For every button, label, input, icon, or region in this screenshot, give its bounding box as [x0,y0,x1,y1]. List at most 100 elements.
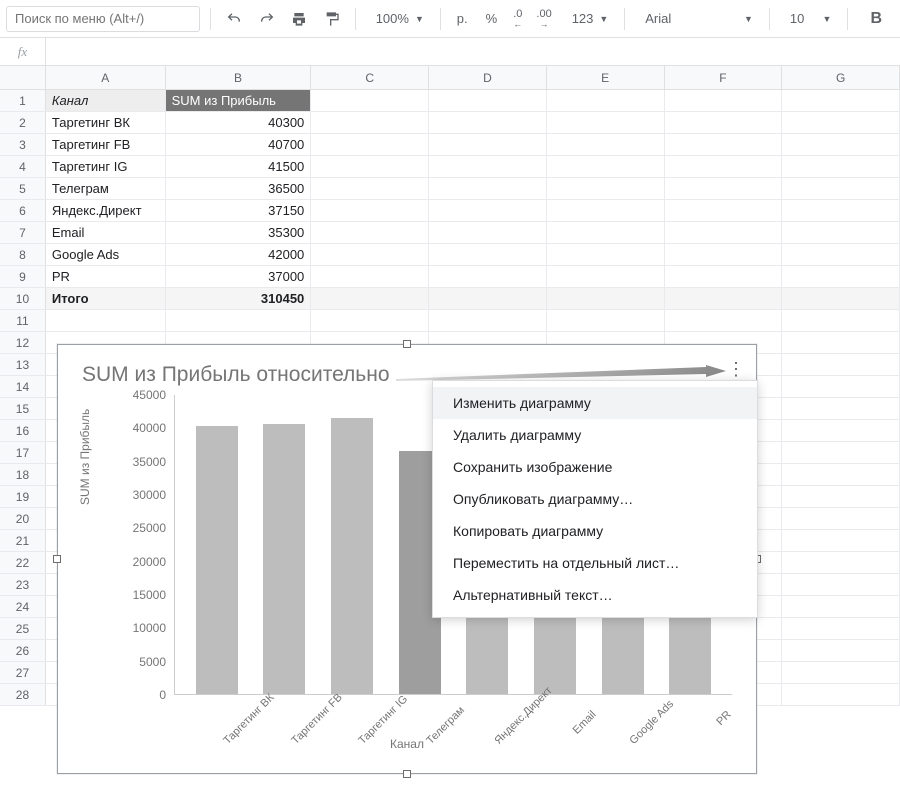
cell[interactable] [782,420,900,441]
cell[interactable] [311,200,429,221]
col-header-e[interactable]: E [547,66,665,89]
cell[interactable] [782,486,900,507]
cell[interactable] [547,200,665,221]
cell[interactable]: Email [46,222,166,243]
cell[interactable] [782,90,900,111]
cell[interactable] [665,222,783,243]
font-family-dropdown[interactable]: Arial ▼ [635,5,759,33]
cell[interactable] [782,618,900,639]
row-header[interactable]: 8 [0,244,46,265]
resize-handle-bottom[interactable] [403,770,411,778]
cell[interactable] [665,90,783,111]
cell[interactable] [782,112,900,133]
cell[interactable]: Телеграм [46,178,166,199]
select-all-corner[interactable] [0,66,46,89]
row-header[interactable]: 13 [0,354,46,375]
row-header[interactable]: 22 [0,552,46,573]
row-header[interactable]: 1 [0,90,46,111]
row-header[interactable]: 7 [0,222,46,243]
cell[interactable] [547,112,665,133]
increase-decimal-button[interactable]: .00 → [532,5,555,33]
context-menu-item[interactable]: Переместить на отдельный лист… [433,547,757,579]
cell[interactable] [429,310,547,331]
cell[interactable]: 37150 [166,200,312,221]
cell[interactable] [547,156,665,177]
bar[interactable] [263,424,305,694]
cell[interactable] [429,134,547,155]
cell[interactable] [782,640,900,661]
cell[interactable] [311,134,429,155]
cell[interactable] [665,178,783,199]
cell[interactable] [547,288,665,309]
cell[interactable] [782,508,900,529]
cell[interactable]: 310450 [166,288,312,309]
cell[interactable] [782,354,900,375]
cell[interactable] [782,442,900,463]
cell[interactable] [782,552,900,573]
cell[interactable] [547,178,665,199]
cell[interactable] [429,178,547,199]
context-menu-item[interactable]: Сохранить изображение [433,451,757,483]
row-header[interactable]: 17 [0,442,46,463]
row-header[interactable]: 3 [0,134,46,155]
row-header[interactable]: 27 [0,662,46,683]
col-header-b[interactable]: B [166,66,312,89]
row-header[interactable]: 15 [0,398,46,419]
cell[interactable] [665,266,783,287]
cell[interactable] [782,134,900,155]
row-header[interactable]: 19 [0,486,46,507]
context-menu-item[interactable]: Удалить диаграмму [433,419,757,451]
resize-handle-top[interactable] [403,340,411,348]
cell[interactable]: Яндекс.Директ [46,200,166,221]
cell[interactable] [429,90,547,111]
row-header[interactable]: 12 [0,332,46,353]
cell[interactable] [665,288,783,309]
bold-button[interactable]: B [858,10,894,28]
bar[interactable] [331,418,373,694]
cell[interactable]: Таргетинг IG [46,156,166,177]
context-menu-item[interactable]: Копировать диаграмму [433,515,757,547]
cell[interactable] [665,310,783,331]
cell[interactable] [665,244,783,265]
cell[interactable] [782,266,900,287]
row-header[interactable]: 2 [0,112,46,133]
number-format-dropdown[interactable]: 123 ▼ [562,5,615,33]
col-header-c[interactable]: C [311,66,429,89]
cell[interactable] [782,200,900,221]
cell[interactable] [311,156,429,177]
cell[interactable] [782,596,900,617]
zoom-dropdown[interactable]: 100% ▼ [366,5,430,33]
cell[interactable] [311,288,429,309]
cell[interactable] [782,684,900,705]
cell[interactable] [665,200,783,221]
cell[interactable]: PR [46,266,166,287]
cell[interactable] [782,288,900,309]
paint-format-button[interactable] [318,5,344,33]
row-header[interactable]: 9 [0,266,46,287]
decrease-decimal-button[interactable]: .0 ← [509,5,526,33]
cell[interactable] [547,134,665,155]
row-header[interactable]: 26 [0,640,46,661]
context-menu-item[interactable]: Альтернативный текст… [433,579,757,611]
cell[interactable] [429,200,547,221]
col-header-a[interactable]: A [46,66,166,89]
cell[interactable] [311,244,429,265]
row-header[interactable]: 20 [0,508,46,529]
cell[interactable] [311,310,429,331]
col-header-f[interactable]: F [665,66,783,89]
row-header[interactable]: 28 [0,684,46,705]
cell[interactable] [782,178,900,199]
row-header[interactable]: 10 [0,288,46,309]
cell[interactable]: Google Ads [46,244,166,265]
cell[interactable] [429,244,547,265]
bar[interactable] [196,426,238,694]
print-button[interactable] [286,5,312,33]
cell[interactable] [429,222,547,243]
cell[interactable] [782,398,900,419]
cell[interactable] [782,464,900,485]
cell[interactable] [311,222,429,243]
row-header[interactable]: 24 [0,596,46,617]
font-size-dropdown[interactable]: 10 ▼ [780,5,838,33]
percent-button[interactable]: % [480,5,504,33]
row-header[interactable]: 16 [0,420,46,441]
